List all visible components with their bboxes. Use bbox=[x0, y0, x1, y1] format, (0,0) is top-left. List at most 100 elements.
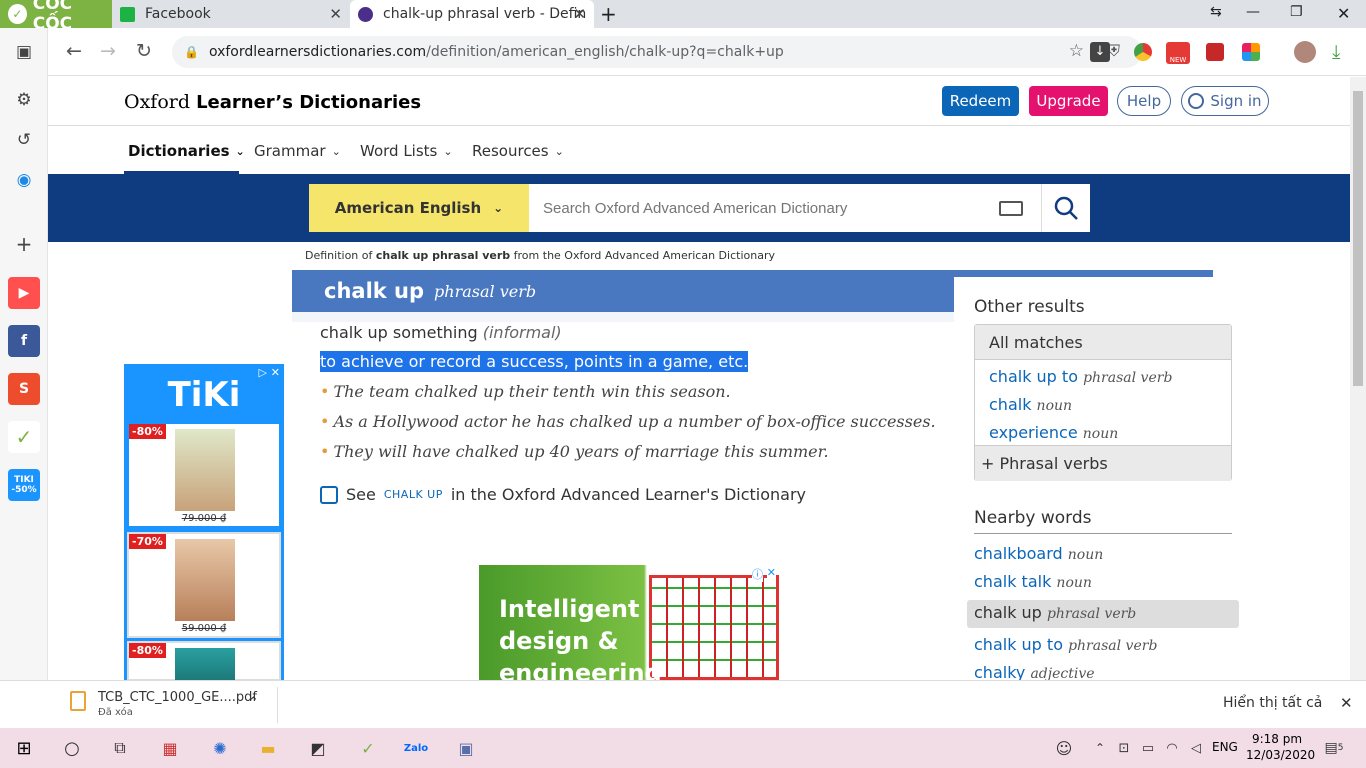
nearby-word-pos: noun bbox=[1056, 575, 1092, 591]
coccoc-taskbar-icon[interactable]: ✓ bbox=[356, 736, 380, 760]
new-ext-icon[interactable]: NEW bbox=[1166, 42, 1190, 64]
windows-start-icon[interactable]: ⊞ bbox=[12, 736, 36, 760]
bookmark-star-icon[interactable]: ☆ bbox=[1069, 41, 1084, 61]
download-item[interactable]: TCB_CTC_1000_GE....pdf Đã xóa ⌃ bbox=[66, 687, 278, 723]
chevron-up-icon[interactable]: ⌃ bbox=[248, 695, 259, 710]
downloads-icon[interactable]: ⤓ bbox=[1332, 41, 1340, 63]
nearby-word[interactable]: chalky adjective bbox=[974, 663, 1095, 680]
sticky-notes-icon[interactable]: ◩ bbox=[306, 736, 330, 760]
see-also-link[interactable]: See chalk up in the Oxford Advanced Lear… bbox=[320, 485, 806, 504]
menu-dictionaries[interactable]: Dictionaries ⌄ bbox=[128, 142, 245, 160]
scrollbar-thumb[interactable] bbox=[1353, 91, 1363, 386]
match-item[interactable]: experience noun bbox=[989, 423, 1118, 442]
phrasal-verbs-toggle[interactable]: + Phrasal verbs bbox=[975, 445, 1231, 481]
tiki-ad[interactable]: TiKi ▷ ✕ -80% 79.000 ₫ -70% 59.000 ₫ -80… bbox=[124, 364, 284, 680]
search-icon[interactable]: ○ bbox=[60, 736, 84, 760]
vertical-scrollbar[interactable] bbox=[1350, 77, 1366, 680]
nearby-word-current[interactable]: chalk up phrasal verb bbox=[974, 603, 1136, 622]
tiki-product[interactable]: -70% 59.000 ₫ bbox=[127, 532, 281, 638]
forward-icon[interactable]: → bbox=[100, 40, 116, 62]
volume-icon[interactable]: ◁ bbox=[1184, 736, 1208, 760]
search-input[interactable] bbox=[543, 199, 973, 217]
nearby-word[interactable]: chalk talk noun bbox=[974, 572, 1092, 591]
search-button[interactable] bbox=[1041, 184, 1090, 232]
wifi-icon[interactable]: ◠ bbox=[1160, 736, 1184, 760]
clock[interactable]: 9:18 pm 12/03/2020 bbox=[1246, 731, 1316, 763]
add-app-icon[interactable]: + bbox=[12, 232, 36, 256]
adchoices-icon[interactable]: ⓘ bbox=[752, 566, 763, 582]
example-text: They will have chalked up 40 years of ma… bbox=[333, 442, 829, 461]
sign-in-button[interactable]: Sign in bbox=[1181, 86, 1269, 116]
engineering-ad[interactable]: Intelligent design & engineering ⓘ ✕ bbox=[479, 565, 779, 680]
url-text[interactable]: oxfordlearnersdictionaries.com/definitio… bbox=[209, 44, 784, 60]
site-logo[interactable]: Oxford Learner’s Dictionaries bbox=[124, 91, 421, 113]
chevron-up-icon[interactable]: ⌃ bbox=[1088, 736, 1112, 760]
red-ext-icon[interactable] bbox=[1206, 43, 1224, 61]
chevron-down-icon: ⌄ bbox=[554, 144, 564, 158]
coccoc-app-icon[interactable]: ✓ bbox=[8, 421, 40, 453]
upgrade-button[interactable]: Upgrade bbox=[1029, 86, 1108, 116]
coccoc-menu-button[interactable]: ✓ CỐC CỐC bbox=[0, 0, 112, 34]
profile-avatar[interactable] bbox=[1294, 41, 1316, 63]
task-view-icon[interactable]: ⧉ bbox=[108, 736, 132, 760]
nearby-word[interactable]: chalkboard noun bbox=[974, 544, 1103, 563]
close-ad-icon[interactable]: ✕ bbox=[271, 366, 280, 379]
book-cover-image bbox=[175, 429, 235, 511]
menu-word-lists[interactable]: Word Lists ⌄ bbox=[360, 142, 453, 160]
dictionary-selector[interactable]: American English ⌄ bbox=[309, 184, 529, 232]
app-icon[interactable]: ▣ bbox=[454, 736, 478, 760]
show-all-downloads-link[interactable]: Hiển thị tất cả bbox=[1223, 695, 1322, 711]
download-arrow-icon[interactable]: ↓ bbox=[1090, 42, 1110, 62]
clock-date: 12/03/2020 bbox=[1246, 748, 1316, 762]
close-tab-icon[interactable]: ✕ bbox=[573, 5, 586, 23]
zalo-icon[interactable]: Zalo bbox=[404, 736, 428, 760]
menu-grammar[interactable]: Grammar ⌄ bbox=[254, 142, 341, 160]
tiki-product[interactable]: -80% bbox=[127, 641, 281, 680]
app-icon[interactable]: ✺ bbox=[208, 736, 232, 760]
notification-icon[interactable]: ▤ 5 bbox=[1322, 736, 1346, 760]
tab-oxford[interactable]: chalk-up phrasal verb - Defin ✕ bbox=[350, 0, 594, 28]
chrome-ext-icon[interactable] bbox=[1134, 43, 1152, 61]
shopee-icon[interactable]: S bbox=[8, 373, 40, 405]
minimize-icon[interactable]: — bbox=[1246, 4, 1260, 20]
people-icon[interactable]: ☺ bbox=[1052, 736, 1076, 760]
close-window-icon[interactable]: ✕ bbox=[1337, 4, 1350, 23]
help-button[interactable]: Help bbox=[1117, 86, 1171, 116]
maximize-icon[interactable]: ❐ bbox=[1290, 4, 1303, 20]
youtube-icon[interactable]: ▶ bbox=[8, 277, 40, 309]
new-tab-icon[interactable]: + bbox=[600, 2, 617, 26]
close-ad-icon[interactable]: ✕ bbox=[766, 566, 776, 579]
headword: chalk up bbox=[324, 279, 425, 303]
match-item[interactable]: chalk up to phrasal verb bbox=[989, 367, 1172, 386]
redeem-button[interactable]: Redeem bbox=[942, 86, 1019, 116]
nearby-word[interactable]: chalk up to phrasal verb bbox=[974, 635, 1157, 654]
network-tray-icon[interactable]: ⊡ bbox=[1112, 736, 1136, 760]
tiki-app-icon[interactable]: TIKI -50% bbox=[8, 469, 40, 501]
keyboard-icon[interactable] bbox=[999, 201, 1023, 216]
close-tab-icon[interactable]: ✕ bbox=[329, 5, 342, 23]
app-icon[interactable]: ▦ bbox=[158, 736, 182, 760]
see-term[interactable]: chalk up bbox=[384, 488, 443, 501]
back-icon[interactable]: ← bbox=[66, 40, 82, 62]
all-matches-header[interactable]: All matches bbox=[975, 325, 1231, 360]
adchoices-icon[interactable]: ▷ bbox=[259, 366, 267, 379]
close-download-bar-icon[interactable]: ✕ bbox=[1340, 694, 1353, 712]
menu-resources[interactable]: Resources ⌄ bbox=[472, 142, 564, 160]
color-ext-icon[interactable] bbox=[1242, 43, 1260, 61]
settings-icon[interactable]: ⚙ bbox=[12, 88, 36, 112]
reload-icon[interactable]: ↻ bbox=[136, 40, 152, 62]
history-icon[interactable]: ↺ bbox=[12, 128, 36, 152]
match-item[interactable]: chalk noun bbox=[989, 395, 1072, 414]
battery-icon[interactable]: ▭ bbox=[1136, 736, 1160, 760]
messenger-icon[interactable]: ◉ bbox=[12, 168, 36, 192]
tab-search-icon[interactable]: ⇆ bbox=[1210, 4, 1222, 20]
sidebar-toggle-icon[interactable]: ▣ bbox=[12, 40, 36, 64]
address-bar[interactable]: 🔒 oxfordlearnersdictionaries.com/definit… bbox=[172, 36, 1142, 68]
tiki-product[interactable]: -80% 79.000 ₫ bbox=[127, 422, 281, 528]
nearby-word-text: chalky bbox=[974, 663, 1026, 680]
file-explorer-icon[interactable]: ▬ bbox=[256, 736, 280, 760]
tab-facebook[interactable]: Facebook ✕ bbox=[112, 0, 350, 28]
facebook-icon[interactable]: f bbox=[8, 325, 40, 357]
nearby-word-pos: noun bbox=[1067, 547, 1104, 563]
language-indicator[interactable]: ENG bbox=[1212, 740, 1238, 754]
